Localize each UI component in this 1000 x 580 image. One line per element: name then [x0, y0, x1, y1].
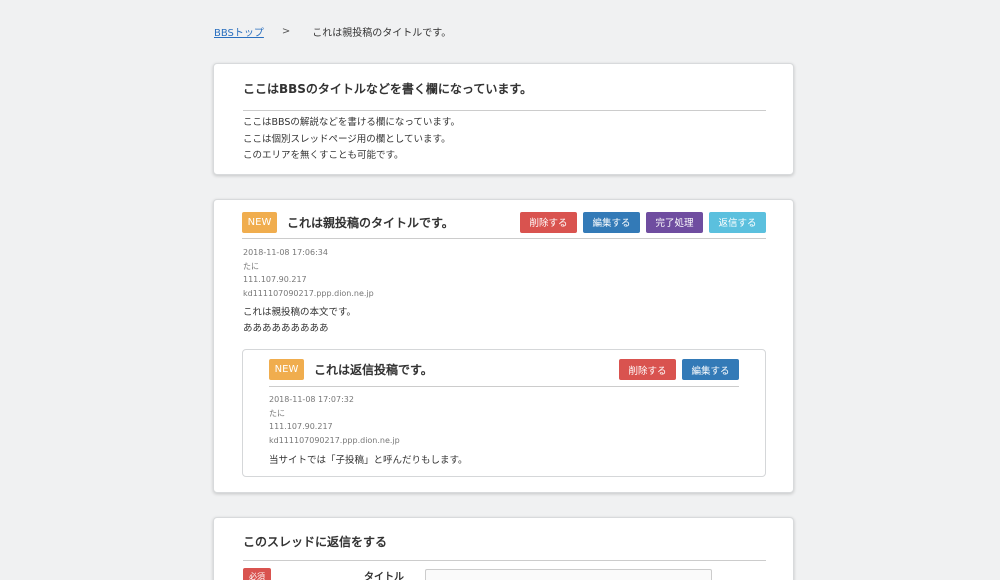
parent-post-body: これは親投稿の本文です。 あああああああああ: [243, 305, 356, 337]
post-body-line: あああああああああ: [243, 323, 329, 334]
breadcrumb-separator: >: [281, 26, 291, 37]
breadcrumb-home-link[interactable]: BBSトップ: [214, 24, 264, 39]
post-ip: 111.107.90.217: [269, 422, 333, 431]
reply-post-meta: 2018-11-08 17:07:32 たに 111.107.90.217 kd…: [269, 393, 400, 447]
new-badge: NEW: [242, 211, 277, 233]
post-ip: 111.107.90.217: [243, 275, 307, 284]
bbs-info-line: このエリアを無くすことも可能です。: [243, 150, 404, 161]
post-datetime: 2018-11-08 17:06:34: [243, 248, 328, 257]
bbs-info-line: ここはBBSの解説などを書ける欄になっています。: [243, 117, 460, 128]
reply-post: NEW これは返信投稿です。 削除する 編集する 2018-11-08 17:0…: [242, 349, 766, 477]
reply-form-panel: このスレッドに返信をする 必須 タイトル: [213, 517, 794, 580]
bbs-info-line: ここは個別スレッドページ用の欄としています。: [243, 133, 451, 145]
reply-button[interactable]: 返信する: [709, 211, 766, 233]
post-datetime: 2018-11-08 17:07:32: [269, 395, 354, 404]
parent-post-header: NEW これは親投稿のタイトルです。 削除する 編集する 完了処理 返信する: [242, 211, 766, 239]
required-badge: 必須: [243, 568, 271, 580]
new-badge: NEW: [269, 359, 304, 380]
title-field-label: タイトル: [364, 572, 404, 580]
delete-button[interactable]: 削除する: [619, 359, 676, 380]
post-host: kd111107090217.ppp.dion.ne.jp: [243, 288, 374, 298]
bbs-info-description: ここはBBSの解説などを書ける欄になっています。 ここは個別スレッドページ用の欄…: [243, 115, 460, 165]
edit-button[interactable]: 編集する: [682, 359, 739, 380]
post-author: たに: [269, 408, 285, 418]
post-author: たに: [243, 261, 259, 271]
reply-form-title: このスレッドに返信をする: [243, 533, 766, 561]
bbs-info-panel: ここはBBSのタイトルなどを書く欄になっています。 ここはBBSの解説などを書け…: [213, 63, 794, 175]
post-body-line: これは親投稿の本文です。: [243, 307, 357, 318]
bbs-info-title: ここはBBSのタイトルなどを書く欄になっています。: [243, 80, 766, 111]
breadcrumb-current: これは親投稿のタイトルです。: [312, 28, 452, 39]
title-input[interactable]: [425, 569, 712, 580]
thread-panel: NEW これは親投稿のタイトルです。 削除する 編集する 完了処理 返信する 2…: [213, 199, 794, 493]
reply-post-body: 当サイトでは「子投稿」と呼んだりもします。: [269, 455, 468, 466]
reply-post-header: NEW これは返信投稿です。 削除する 編集する: [269, 359, 739, 387]
reply-post-title: これは返信投稿です。: [314, 363, 433, 377]
post-host: kd111107090217.ppp.dion.ne.jp: [269, 435, 400, 445]
delete-button[interactable]: 削除する: [520, 211, 577, 233]
parent-post-meta: 2018-11-08 17:06:34 たに 111.107.90.217 kd…: [243, 246, 374, 300]
edit-button[interactable]: 編集する: [583, 211, 640, 233]
complete-button[interactable]: 完了処理: [646, 211, 703, 233]
parent-post-title: これは親投稿のタイトルです。: [287, 215, 454, 230]
breadcrumb: BBSトップ > これは親投稿のタイトルです。: [214, 24, 451, 39]
